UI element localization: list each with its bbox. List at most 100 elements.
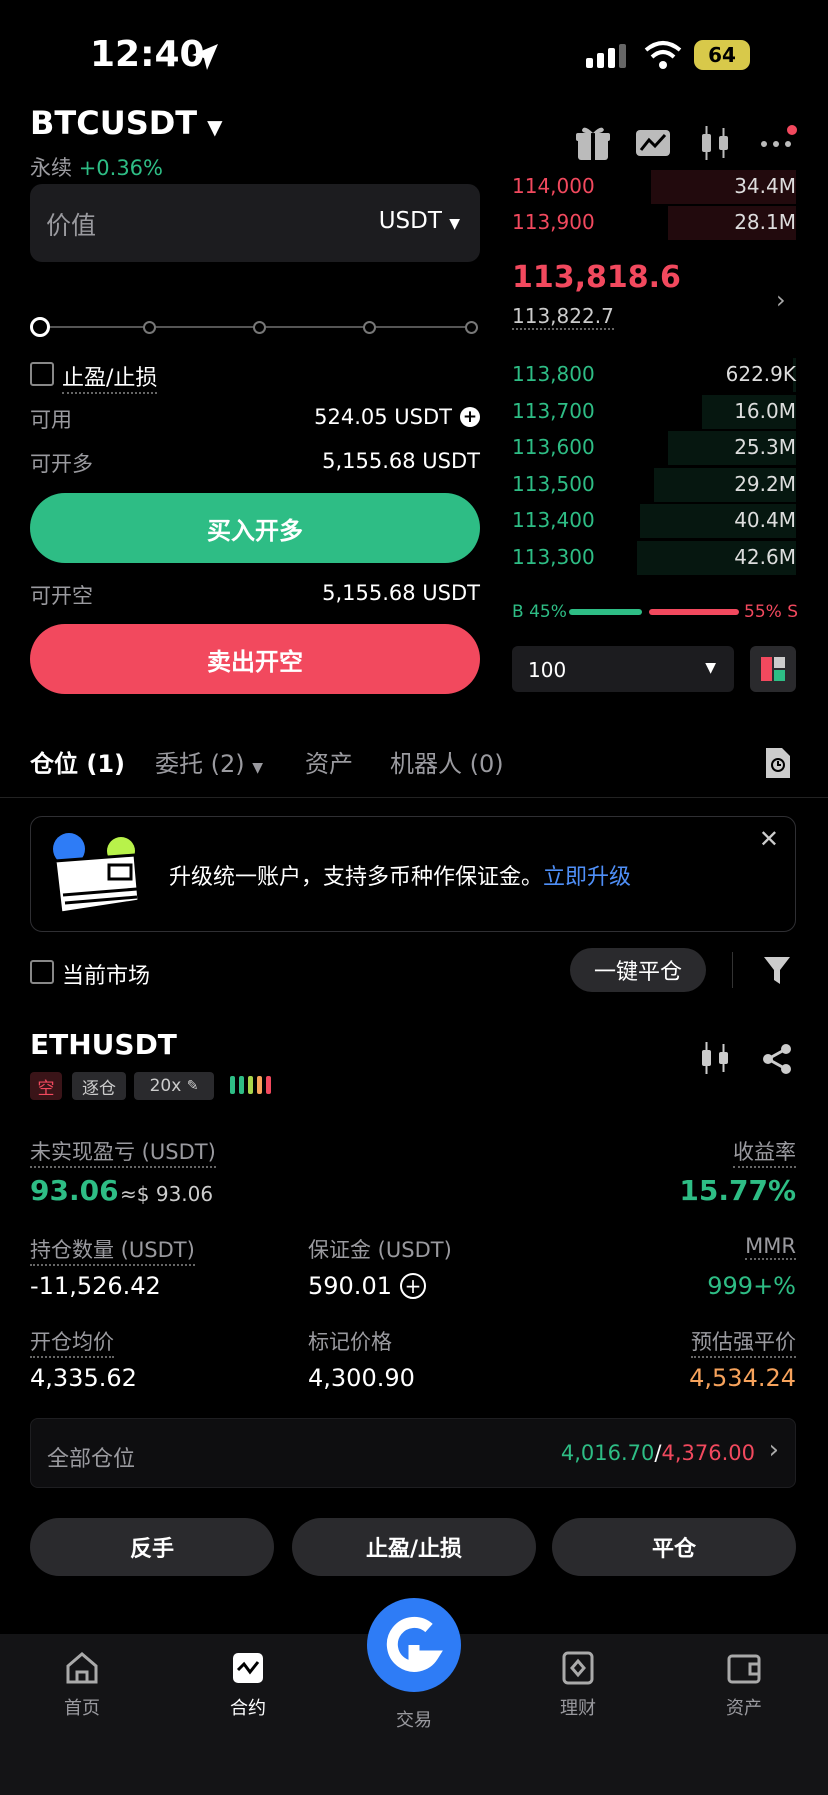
price-change: +0.36% (78, 156, 163, 180)
battery-icon: 64 (694, 40, 750, 70)
divider (0, 797, 828, 798)
nav-earn[interactable]: 理财 (528, 1650, 628, 1720)
price-level: 114,000 (512, 174, 595, 198)
reverse-button[interactable]: 反手 (30, 1518, 274, 1576)
ask-row[interactable]: 113,900 28.1M (512, 206, 796, 240)
share-icon[interactable] (760, 1042, 794, 1076)
close-all-button[interactable]: 一键平仓 (570, 948, 706, 992)
nav-home-label: 首页 (64, 1698, 100, 1719)
close-position-button[interactable]: 平仓 (552, 1518, 796, 1576)
upnl-usd: ≈$ 93.06 (120, 1182, 214, 1206)
home-icon (66, 1652, 98, 1684)
nav-earn-label: 理财 (560, 1698, 596, 1719)
bid-row[interactable]: 113,300 42.6M (512, 541, 796, 575)
tpsl-button[interactable]: 止盈/止损 (292, 1518, 536, 1576)
roe-label: 收益率 (733, 1136, 796, 1168)
risk-bar (230, 1076, 235, 1094)
quantity: 25.3M (734, 435, 796, 460)
chart-switch-icon[interactable] (632, 122, 674, 164)
nav-home[interactable]: 首页 (32, 1650, 132, 1720)
last-price: 113,818.6 (512, 260, 681, 295)
slider-tick (465, 321, 478, 334)
quantity: 29.2M (734, 471, 796, 496)
bid-row[interactable]: 113,700 16.0M (512, 394, 796, 429)
margin-label: 保证金 (USDT) (308, 1238, 452, 1262)
buy-long-button[interactable]: 买入开多 (30, 493, 480, 563)
long-max-label: 可开多 (30, 452, 93, 476)
close-icon[interactable]: ✕ (759, 825, 779, 853)
candlestick-icon[interactable] (698, 1040, 732, 1076)
upgrade-link[interactable]: 立即升级 (543, 865, 631, 890)
gift-icon[interactable] (572, 122, 614, 164)
nav-assets[interactable]: 资产 (694, 1650, 794, 1720)
contract-info: 永续 +0.36% (30, 152, 163, 182)
bid-row[interactable]: 113,800 622.9K (512, 358, 796, 392)
liq-price-value: 4,534.24 (689, 1364, 796, 1392)
sell-ratio-fill (648, 609, 739, 615)
nav-futures[interactable]: 合约 (198, 1650, 298, 1720)
price-level: 113,700 (512, 398, 595, 423)
all-positions-row[interactable]: 全部仓位 4,016.70/4,376.00 › (30, 1418, 796, 1488)
risk-level-indicator (230, 1076, 271, 1094)
buy-sell-ratio-bar (569, 609, 739, 615)
bid-row[interactable]: 113,600 25.3M (512, 431, 796, 466)
current-market-checkbox[interactable] (30, 960, 54, 984)
book-layout-button[interactable] (750, 646, 796, 692)
margin-mode-tag: 逐仓 (72, 1072, 126, 1100)
entry-price-label: 开仓均价 (30, 1326, 114, 1358)
value-input[interactable]: 价值 USDT ▼ (30, 184, 480, 262)
more-icon[interactable] (758, 122, 800, 164)
current-market-label: 当前市场 (62, 964, 151, 989)
upnl-label: 未实现盈亏 (USDT) (30, 1136, 216, 1168)
unit-selector[interactable]: USDT ▼ (379, 208, 460, 234)
depth-select-value: 100 (528, 658, 567, 682)
quantity: 28.1M (734, 210, 796, 234)
sell-short-label: 卖出开空 (207, 647, 303, 676)
slider-handle[interactable] (30, 317, 50, 337)
entry-price-value: 4,335.62 (30, 1364, 137, 1392)
position-symbol[interactable]: ETHUSDT (30, 1028, 177, 1061)
history-icon[interactable] (762, 746, 792, 780)
size-value: -11,526.42 (30, 1272, 161, 1300)
trade-logo-icon (386, 1616, 443, 1672)
upgrade-banner[interactable]: 升级统一账户，支持多币种作保证金。立即升级 ✕ (30, 816, 796, 932)
sell-short-button[interactable]: 卖出开空 (30, 624, 480, 694)
chevron-right-icon[interactable]: › (776, 286, 786, 314)
all-long-value: 4,016.70 (560, 1441, 655, 1465)
wifi-icon (644, 41, 682, 69)
buy-ratio-fill (569, 609, 643, 615)
quantity: 34.4M (734, 174, 796, 198)
add-margin-icon[interactable]: + (399, 1273, 426, 1299)
book-layout-icon (761, 657, 785, 681)
nav-trade-label[interactable]: 交易 (364, 1706, 464, 1732)
leverage-slider[interactable] (30, 317, 478, 337)
leverage-tag[interactable]: 20x ✎ (134, 1072, 214, 1100)
chevron-down-icon: ▼ (252, 760, 264, 776)
short-max-label: 可开空 (30, 584, 93, 608)
location-arrow-icon (192, 44, 218, 70)
tab-orders[interactable]: 委托 (2) ▼ (155, 744, 263, 779)
tpsl-checkbox[interactable] (30, 362, 54, 386)
tab-assets[interactable]: 资产 (305, 744, 353, 779)
tab-bots[interactable]: 机器人 (0) (390, 744, 504, 779)
bid-row[interactable]: 113,400 40.4M (512, 504, 796, 539)
slider-tick (143, 321, 156, 334)
candlestick-icon[interactable] (694, 122, 736, 164)
tab-positions[interactable]: 仓位 (1) (30, 744, 125, 779)
depth-select[interactable]: 100 ▼ (512, 646, 734, 692)
transfer-plus-icon[interactable]: + (460, 407, 480, 427)
mark-price: 113,822.7 (512, 304, 614, 330)
banner-content: 升级统一账户，支持多币种作保证金。立即升级 (169, 859, 631, 891)
unit-label: USDT (378, 208, 442, 234)
filter-icon[interactable] (762, 954, 792, 986)
divider (732, 952, 733, 988)
bid-row[interactable]: 113,500 29.2M (512, 467, 796, 502)
trade-fab-button[interactable] (367, 1598, 461, 1692)
ask-row[interactable]: 114,000 34.4M (512, 170, 796, 204)
edit-icon: ✎ (186, 1078, 199, 1094)
long-max-value: 5,155.68 USDT (322, 449, 480, 473)
sell-ratio: 55% S (744, 602, 798, 622)
symbol-selector[interactable]: BTCUSDT ▼ (30, 104, 223, 142)
chevron-down-icon: ▼ (449, 216, 460, 232)
symbol-name: BTCUSDT (30, 104, 198, 142)
